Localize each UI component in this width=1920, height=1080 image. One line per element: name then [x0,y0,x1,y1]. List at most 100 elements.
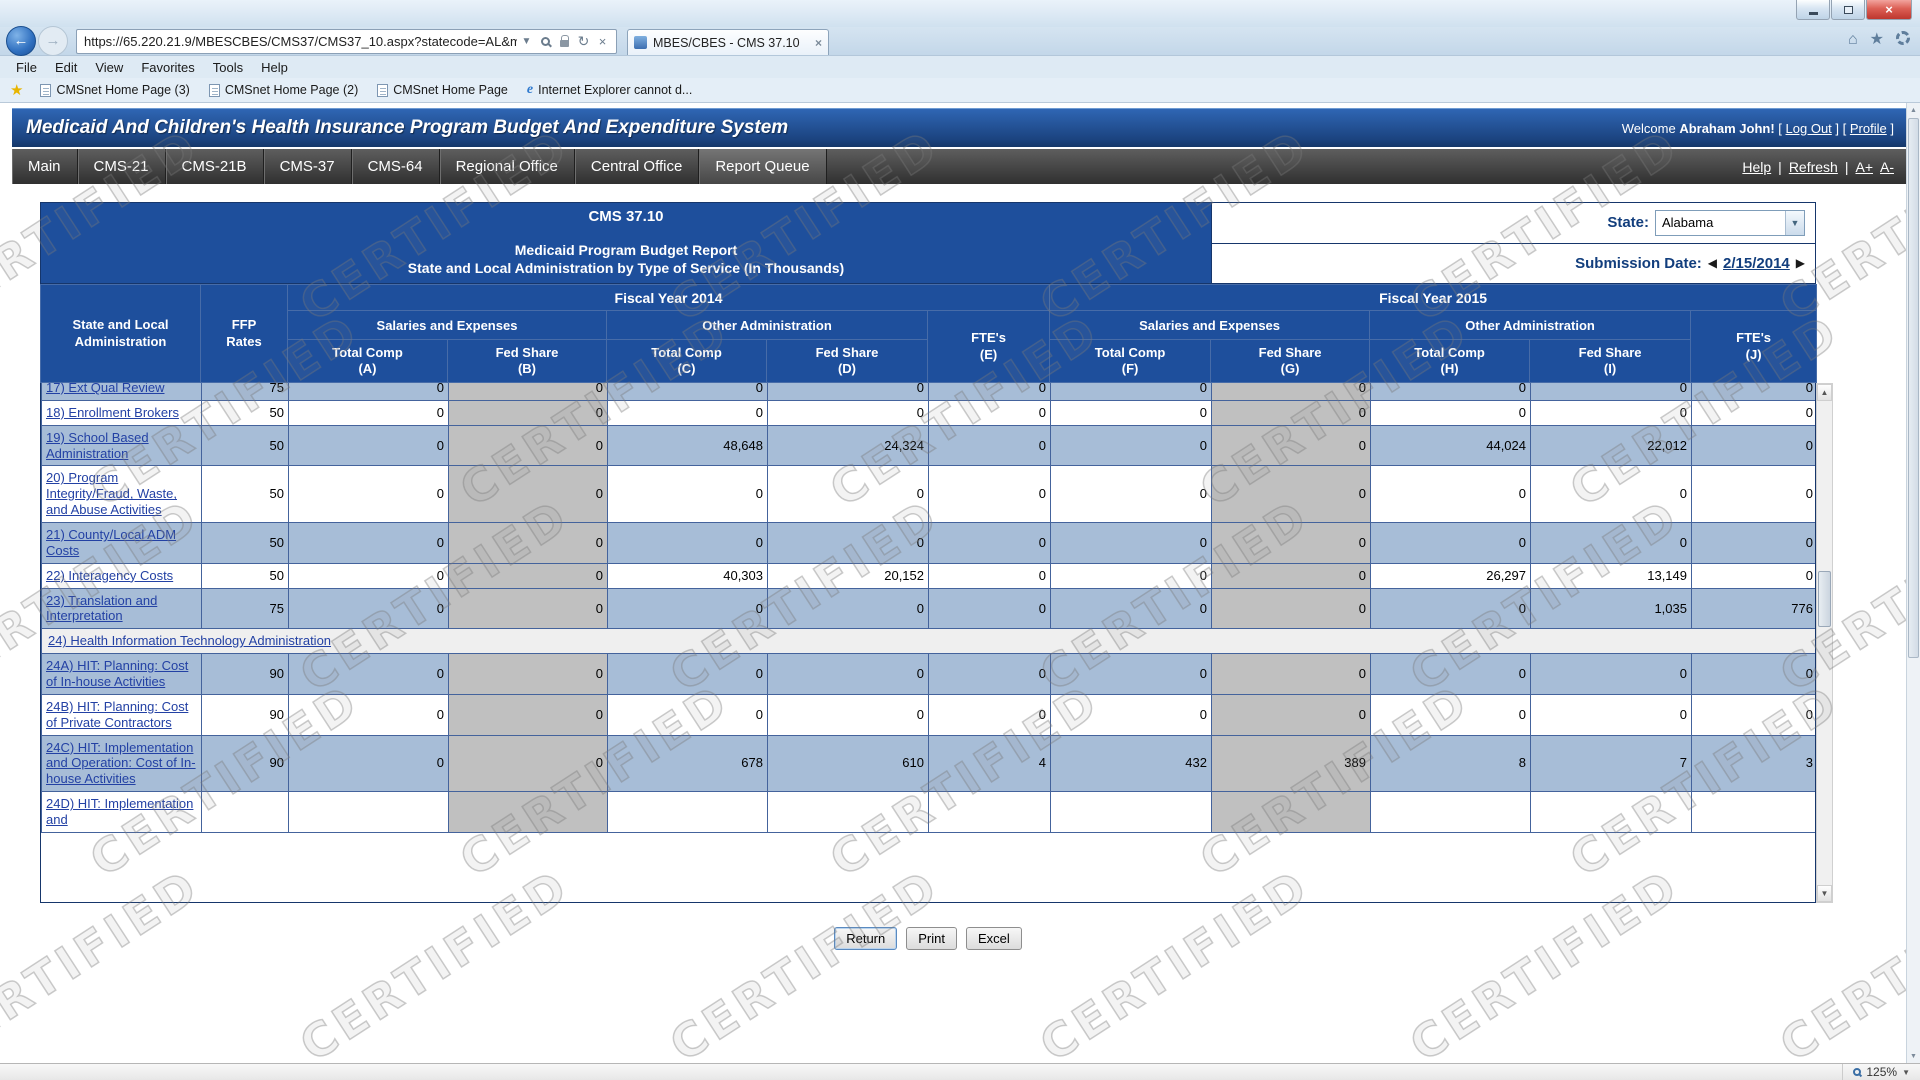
scroll-down-icon[interactable]: ▼ [1817,885,1832,902]
value-cell: 0 [928,693,1051,736]
favorite-link-2[interactable]: CMSnet Home Page (2) [203,81,364,99]
nav-central-office[interactable]: Central Office [575,149,700,184]
state-select[interactable]: Alabama ▼ [1655,209,1805,236]
profile-link[interactable]: Profile [1850,121,1887,136]
menu-view[interactable]: View [95,60,123,75]
value-cell: 0 [607,465,768,524]
value-cell: 0 [1211,693,1371,736]
nav-main[interactable]: Main [12,149,78,184]
search-icon[interactable] [536,30,555,53]
app-title: Medicaid And Children's Health Insurance… [26,117,789,138]
col-group-other-admin-2014: Other Administration [606,310,928,340]
stop-icon[interactable]: × [593,30,612,53]
browser-tab[interactable]: MBES/CBES - CMS 37.10 × [627,29,829,55]
ffp-rate-cell: 75 [201,383,289,401]
minimize-button[interactable] [1796,0,1830,20]
value-cell: 0 [288,424,449,467]
row-label-link[interactable]: 24) Health Information Technology Admini… [48,633,331,648]
scrollbar-thumb[interactable] [1818,571,1831,627]
row-label-link[interactable]: 21) County/Local ADM Costs [46,527,176,558]
row-label-link[interactable]: 24C) HIT: Implementation and Operation: … [46,740,196,787]
value-cell: 0 [1370,522,1531,564]
font-decrease-link[interactable]: A- [1880,159,1894,175]
row-label-link[interactable]: 19) School Based Administration [46,430,149,461]
excel-button[interactable]: Excel [965,927,1022,950]
add-favorite-star-icon[interactable]: ★ [10,81,23,99]
row-label-link[interactable]: 22) Interagency Costs [46,568,173,583]
tools-gear-icon[interactable] [1896,31,1910,49]
col-header-b: Fed Share (B) [447,339,607,383]
menu-tools[interactable]: Tools [213,60,243,75]
return-button[interactable]: Return [834,927,898,950]
value-cell: 44,024 [1370,424,1531,467]
page-scroll-down-icon[interactable]: ▼ [1907,1049,1920,1063]
nav-cms-21b[interactable]: CMS-21B [166,149,264,184]
favorite-link-3[interactable]: CMSnet Home Page [371,81,514,99]
page-scrollbar-thumb[interactable] [1908,118,1919,658]
favorites-icon[interactable]: ★ [1870,32,1884,48]
row-label-link[interactable]: 24D) HIT: Implementation and [46,796,193,827]
favorite-link-1[interactable]: CMSnet Home Page (3) [34,81,195,99]
select-dropdown-icon[interactable]: ▼ [1785,210,1804,235]
forward-button[interactable]: → [38,25,68,56]
zoom-control[interactable]: 125% ▼ [1842,1064,1920,1080]
value-cell: 0 [1211,383,1371,401]
nav-regional-office[interactable]: Regional Office [440,149,575,184]
nav-cms-37[interactable]: CMS-37 [264,149,352,184]
value-cell: 0 [448,522,608,564]
favorite-link-4[interactable]: e Internet Explorer cannot d... [521,80,698,100]
row-label-link[interactable]: 23) Translation and Interpretation [46,593,157,624]
zoom-dropdown-icon[interactable]: ▼ [1902,1068,1910,1077]
row-label-link[interactable]: 24B) HIT: Planning: Cost of Private Cont… [46,699,188,730]
report-subtitle-2: State and Local Administration by Type o… [407,259,845,276]
table-scrollbar[interactable]: ▲ ▼ [1816,383,1833,903]
page-scroll-up-icon[interactable]: ▲ [1907,103,1920,117]
col-header-fy2014: Fiscal Year 2014 [286,284,1051,311]
row-label-cell: 19) School Based Administration [41,424,202,467]
font-increase-link[interactable]: A+ [1855,159,1873,175]
value-cell: 0 [1370,653,1531,695]
nav-report-queue[interactable]: Report Queue [699,149,827,184]
row-label-link[interactable]: 18) Enrollment Brokers [46,405,179,420]
zoom-level: 125% [1866,1065,1898,1079]
value-cell: 0 [448,562,608,589]
value-cell: 0 [1691,653,1815,695]
row-label-link[interactable]: 24A) HIT: Planning: Cost of In-house Act… [46,658,188,689]
restore-button[interactable] [1831,0,1865,20]
menu-favorites[interactable]: Favorites [141,60,194,75]
autocomplete-dropdown-icon[interactable]: ▼ [517,30,536,53]
row-label-link[interactable]: 20) Program Integrity/Fraud, Waste, and … [46,470,177,517]
address-bar[interactable]: https://65.220.21.9/MBESCBES/CMS37/CMS37… [76,28,617,54]
back-button[interactable]: ← [6,25,36,56]
refresh-icon[interactable]: ↻ [574,30,593,53]
table-row: 20) Program Integrity/Fraud, Waste, and … [41,465,1815,524]
section-row: 24) Health Information Technology Admini… [41,628,1815,655]
value-cell: 0 [448,693,608,736]
value-cell: 776 [1691,587,1815,630]
scroll-up-icon[interactable]: ▲ [1817,384,1832,401]
url-text[interactable]: https://65.220.21.9/MBESCBES/CMS37/CMS37… [84,34,517,49]
previous-date-icon[interactable]: ◀ [1708,256,1717,270]
submission-date-value[interactable]: 2/15/2014 [1723,255,1790,272]
action-buttons: Return Print Excel [40,927,1816,950]
menu-file[interactable]: File [16,60,37,75]
value-cell: 20,152 [767,562,929,589]
value-cell [767,791,929,833]
nav-cms-21[interactable]: CMS-21 [78,149,166,184]
refresh-link[interactable]: Refresh [1789,159,1838,175]
menu-help[interactable]: Help [261,60,288,75]
nav-cms-64[interactable]: CMS-64 [352,149,440,184]
close-window-button[interactable]: × [1866,0,1912,20]
row-label-link[interactable]: 17) Ext Qual Review [46,383,165,395]
print-button[interactable]: Print [906,927,957,950]
logout-link[interactable]: Log Out [1786,121,1832,136]
page-scrollbar[interactable]: ▲ ▼ [1906,103,1920,1063]
next-date-icon[interactable]: ▶ [1796,256,1805,270]
tab-close-icon[interactable]: × [815,36,822,50]
home-icon[interactable]: ⌂ [1848,32,1858,48]
help-link[interactable]: Help [1742,159,1771,175]
menu-edit[interactable]: Edit [55,60,77,75]
ffp-rate-cell: 50 [201,399,289,426]
scrollbar-track[interactable] [1817,401,1832,885]
row-label-cell: 23) Translation and Interpretation [41,587,202,630]
